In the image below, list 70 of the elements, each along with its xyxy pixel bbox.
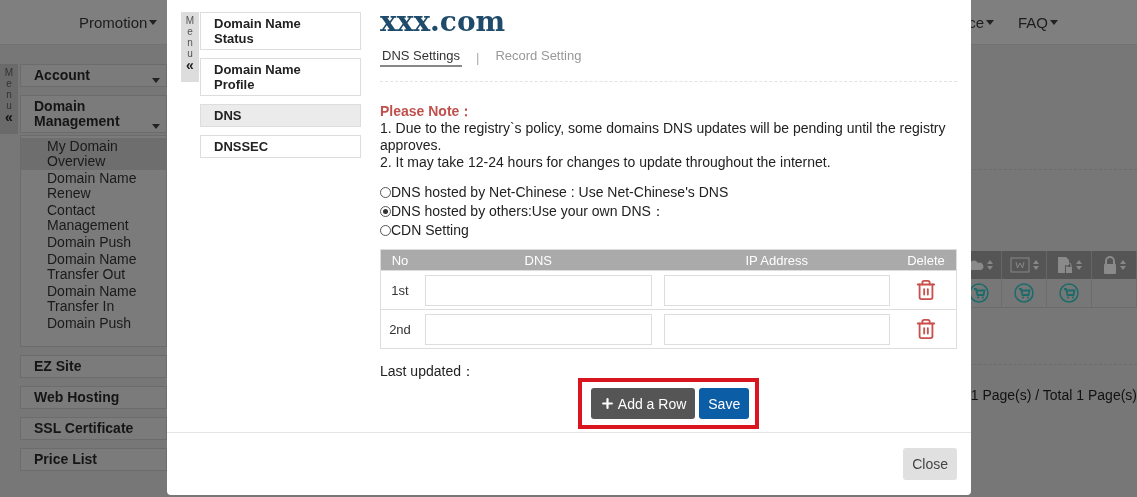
- sidebar-item-label: EZ Site: [34, 359, 82, 374]
- menu-toggle-tab[interactable]: Menu «: [181, 12, 199, 82]
- ip-address-field[interactable]: [663, 274, 890, 306]
- save-button[interactable]: Save: [699, 388, 750, 419]
- ip-address-field[interactable]: [663, 313, 890, 345]
- nav-menu-item[interactable]: Promotion: [79, 13, 158, 31]
- website-icon: [1009, 257, 1030, 273]
- sidebar-item-label: Web Hosting: [34, 390, 120, 405]
- sidebar-item[interactable]: Domain Management: [20, 95, 167, 133]
- row-number: 2nd: [388, 321, 412, 337]
- cart-icon[interactable]: [969, 283, 989, 303]
- submenu-item[interactable]: Domain Name Transfer Out: [21, 251, 166, 283]
- note-text: 1. Due to the registry`s policy, some domains DNS updates will be pending until the registry approves.: [380, 120, 947, 154]
- sidebar-item[interactable]: Account: [20, 64, 167, 87]
- tab[interactable]: Record Setting: [493, 48, 584, 67]
- sidebar-item-label: Account: [34, 68, 90, 83]
- dns-field[interactable]: [425, 274, 652, 306]
- menu-tab-label: Menu: [185, 15, 195, 59]
- dialog-nav-item[interactable]: Domain Name Profile: [200, 58, 361, 96]
- sidebar-item[interactable]: EZ Site: [20, 355, 167, 378]
- sidebar-item-label: Price List: [34, 452, 98, 467]
- column-header: IP Address: [744, 252, 810, 268]
- close-button[interactable]: Close: [903, 448, 957, 480]
- tab-separator: |: [476, 50, 480, 65]
- pagination-text: 1 Page(s) / Total 1 Page(s): [970, 387, 1137, 403]
- column-header: DNS: [523, 252, 553, 268]
- sidebar-item[interactable]: Web Hosting: [20, 386, 167, 409]
- sidebar-item-label: Domain Management: [34, 99, 121, 129]
- sidebar-item[interactable]: SSL Certificate: [20, 417, 167, 440]
- submenu-item[interactable]: Domain Name Transfer In: [21, 283, 166, 315]
- caret-icon: [986, 19, 994, 25]
- row-number: 1st: [390, 282, 410, 298]
- lock-icon: [1102, 256, 1117, 274]
- radio-label: DNS hosted by Net-Chinese : Use Net-Chinese's DNS: [391, 184, 729, 201]
- dialog-nav-item[interactable]: DNSSEC: [200, 135, 361, 158]
- note-text: 2. It may take 12-24 hours for changes to update throughout the internet.: [380, 154, 832, 171]
- caret-icon: [149, 19, 158, 25]
- add-row-button[interactable]: Add a Row: [590, 388, 696, 419]
- submenu-item[interactable]: Domain Push: [21, 315, 166, 332]
- column-header: No: [390, 252, 410, 268]
- collapse-icon: «: [5, 111, 13, 123]
- radio-label: CDN Setting: [391, 222, 469, 239]
- submenu-item[interactable]: Domain Push: [21, 234, 166, 251]
- delete-button[interactable]: [915, 318, 937, 340]
- column-header: Delete: [906, 252, 946, 268]
- last-updated-label: Last updated：: [380, 363, 476, 381]
- dns-field[interactable]: [425, 313, 652, 345]
- plus-icon: [599, 396, 615, 411]
- sidebar-item[interactable]: Price List: [20, 448, 167, 471]
- submenu-item[interactable]: Domain Name Renew: [21, 170, 166, 202]
- collapse-icon: «: [186, 59, 194, 71]
- submenu-item[interactable]: My Domain Overview: [21, 138, 166, 170]
- tab[interactable]: DNS Settings: [380, 48, 463, 67]
- sort-icon[interactable]: [1075, 260, 1082, 270]
- note-title: Please Note：: [380, 103, 475, 120]
- sidebar-item-label: SSL Certificate: [34, 421, 134, 436]
- document-lock-icon: [1056, 256, 1073, 274]
- sort-icon[interactable]: [1119, 260, 1126, 270]
- caret-icon: [152, 78, 160, 83]
- caret-icon: [1050, 19, 1058, 25]
- sort-icon[interactable]: [1032, 260, 1039, 270]
- dialog-nav-item[interactable]: DNS: [200, 104, 361, 127]
- nav-menu-item[interactable]: FAQ: [1018, 13, 1058, 31]
- sort-icon[interactable]: [986, 260, 993, 270]
- domain-title: xxx.com: [380, 4, 507, 40]
- submenu-item[interactable]: Contact Management: [21, 202, 166, 234]
- radio-label: DNS hosted by others:Use your own DNS：: [391, 203, 665, 220]
- caret-icon: [152, 124, 160, 129]
- delete-button[interactable]: [915, 279, 937, 301]
- dialog-nav-item[interactable]: Domain Name Status: [200, 12, 361, 50]
